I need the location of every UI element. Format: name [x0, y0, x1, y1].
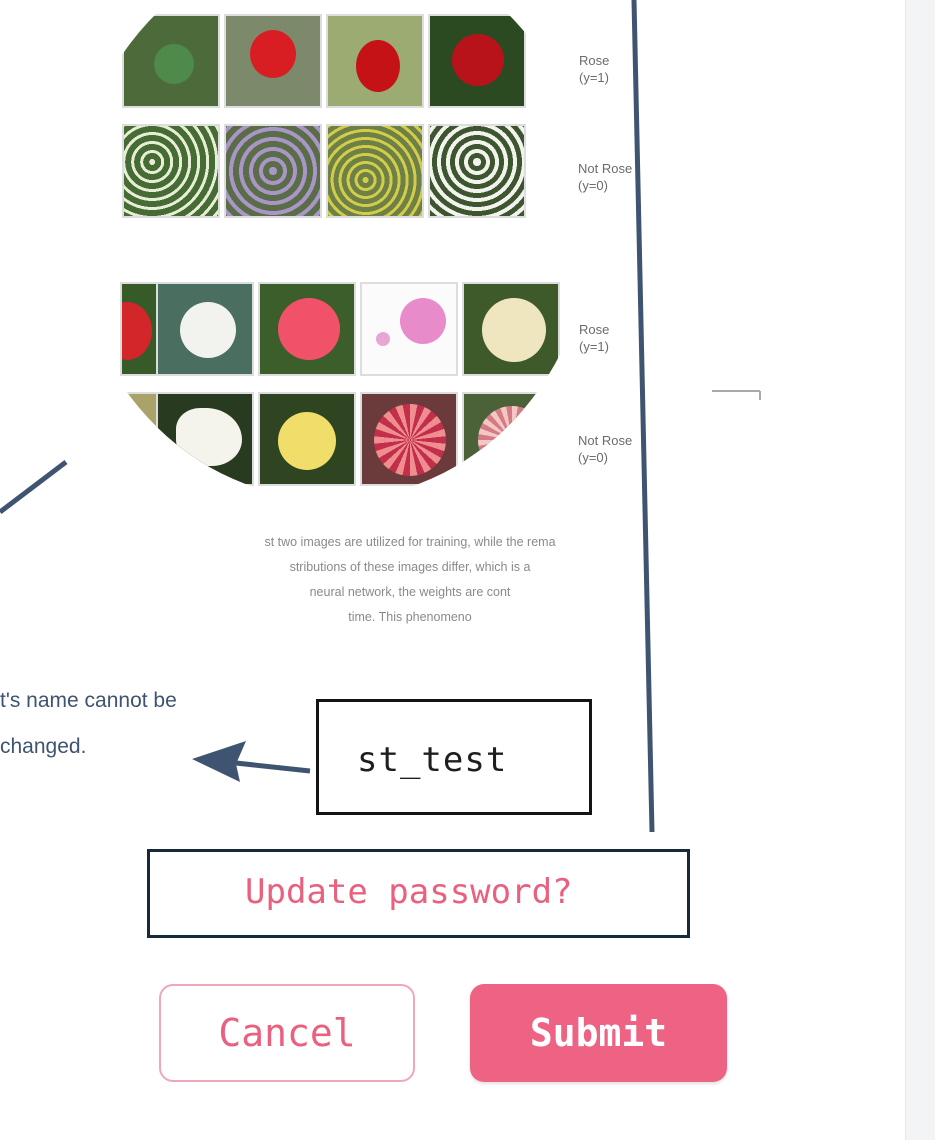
annotation-arrows	[0, 0, 761, 833]
pointer-line	[0, 460, 68, 514]
divider-line	[631, 0, 655, 833]
screenshot-canvas: Rose (y=1) Not Rose (y=0) Rose (y=1) Not…	[0, 0, 935, 1140]
